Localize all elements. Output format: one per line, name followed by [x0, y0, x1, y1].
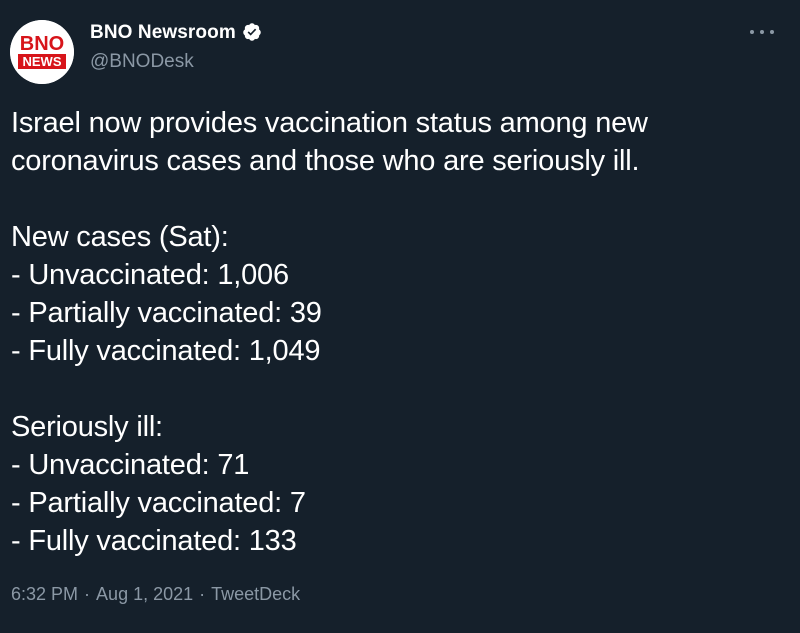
tweet-headline-line-1: Israel now provides vaccination status a…: [11, 107, 648, 139]
seriously-ill-item: - Unvaccinated: 71: [11, 449, 250, 481]
tweet-source-link[interactable]: TweetDeck: [211, 584, 300, 605]
tweet-headline-line-2: coronavirus cases and those who are seri…: [11, 145, 640, 177]
seriously-ill-item: - Fully vaccinated: 133: [11, 525, 297, 557]
new-cases-item: - Unvaccinated: 1,006: [11, 259, 289, 291]
avatar-logo-line2: NEWS: [23, 54, 62, 69]
user-handle[interactable]: @BNODesk: [90, 52, 262, 71]
meta-separator: ·: [199, 584, 206, 604]
display-name[interactable]: BNO Newsroom: [90, 23, 236, 42]
author-info: BNO Newsroom @BNODesk: [90, 22, 262, 71]
new-cases-item: - Fully vaccinated: 1,049: [11, 335, 321, 367]
bno-logo-icon: BNO NEWS: [10, 20, 74, 84]
tweet-time[interactable]: 6:32 PM: [11, 584, 78, 605]
new-cases-item: - Partially vaccinated: 39: [11, 297, 322, 329]
seriously-ill-item: - Partially vaccinated: 7: [11, 487, 306, 519]
meta-separator: ·: [84, 584, 91, 604]
more-options-icon[interactable]: [750, 24, 774, 40]
tweet-meta: 6:32 PM · Aug 1, 2021 · TweetDeck: [11, 584, 300, 605]
seriously-ill-heading: Seriously ill:: [11, 411, 163, 443]
tweet-date[interactable]: Aug 1, 2021: [96, 584, 193, 605]
verified-badge-icon: [242, 22, 262, 42]
tweet-card: BNO NEWS BNO Newsroom @BNODesk Israel no…: [0, 0, 800, 633]
tweet-text: Israel now provides vaccination status a…: [11, 104, 781, 560]
avatar-logo-line1: BNO: [20, 33, 64, 55]
new-cases-heading: New cases (Sat):: [11, 221, 229, 253]
avatar[interactable]: BNO NEWS: [10, 20, 74, 84]
